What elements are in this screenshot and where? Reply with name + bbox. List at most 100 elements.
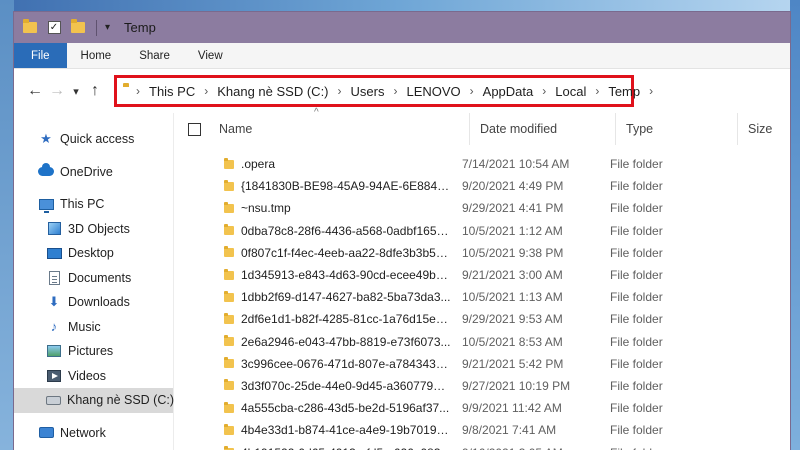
nav-item-label: Videos [68, 368, 106, 383]
nav-item-network[interactable]: Network [14, 421, 173, 446]
table-row[interactable]: 2df6e1d1-b82f-4285-81cc-1a76d15ed... 9/29… [174, 308, 790, 330]
file-name-cell[interactable]: {1841830B-BE98-45A9-94AE-6E884D... [174, 179, 454, 193]
table-row[interactable]: ~nsu.tmp 9/29/2021 4:41 PM File folder [174, 197, 790, 219]
file-name: 3d3f070c-25de-44e0-9d45-a3607799f... [241, 378, 451, 393]
file-name-cell[interactable]: 4a555cba-c286-43d5-be2d-5196af37... [174, 401, 454, 415]
breadcrumb-drive[interactable]: Khang nè SSD (C:) [217, 84, 328, 99]
column-header-date-modified[interactable]: Date modified [469, 113, 615, 145]
select-all-checkbox[interactable] [188, 122, 201, 136]
type-cell: File folder [610, 201, 663, 216]
column-header-size[interactable]: Size [737, 113, 790, 145]
file-name-cell[interactable]: 0dba78c8-28f6-4436-a568-0adbf1653... [174, 224, 454, 238]
nav-item-videos[interactable]: Videos [14, 364, 173, 389]
tab-home[interactable]: Home [67, 43, 126, 68]
type-cell: File folder [610, 334, 663, 349]
breadcrumb-users[interactable]: Users [351, 84, 385, 99]
file-name: {1841830B-BE98-45A9-94AE-6E884D... [241, 179, 451, 194]
chevron-right-icon[interactable]: › [470, 84, 474, 98]
back-arrow-icon[interactable]: ← [24, 80, 46, 102]
file-name-cell[interactable]: 4b4e33d1-b874-41ce-a4e9-19b70199... [174, 423, 454, 437]
breadcrumb-local[interactable]: Local [555, 84, 586, 99]
nav-item-pictures[interactable]: Pictures [14, 339, 173, 364]
nav-item-drive-c[interactable]: Khang nè SSD (C:) [14, 388, 174, 413]
nav-item-this-pc[interactable]: This PC [14, 192, 173, 217]
chevron-right-icon[interactable]: › [649, 84, 653, 98]
column-header-name[interactable]: Name [211, 113, 469, 145]
nav-item-documents[interactable]: Documents [14, 266, 173, 291]
file-name: 4b4e33d1-b874-41ce-a4e9-19b70199... [241, 423, 451, 438]
file-name-cell[interactable]: 4b191522-0d65-4013-afd5-a626a083... [174, 446, 454, 450]
new-folder-quick-access-icon[interactable] [70, 19, 86, 36]
nav-item-onedrive[interactable]: OneDrive [14, 160, 173, 185]
table-row[interactable]: 1dbb2f69-d147-4627-ba82-5ba73da3... 10/5/… [174, 286, 790, 308]
cloud-icon [38, 163, 54, 180]
date-modified-cell: 9/9/2021 11:42 AM [462, 401, 562, 416]
chevron-right-icon[interactable]: › [542, 84, 546, 98]
type-cell: File folder [610, 378, 663, 393]
properties-quick-access-icon[interactable]: ✓ [46, 20, 62, 36]
up-arrow-icon[interactable]: ↑ [84, 80, 106, 102]
chevron-right-icon[interactable]: › [136, 84, 140, 98]
forward-arrow-icon[interactable]: → [46, 80, 68, 102]
table-row[interactable]: 4b191522-0d65-4013-afd5-a626a083...9/16/… [174, 441, 790, 450]
nav-item-3d-objects[interactable]: 3D Objects [14, 217, 173, 242]
file-name-cell[interactable]: 0f807c1f-f4ec-4eeb-aa22-8dfe3b3b55... [174, 246, 454, 260]
file-name-cell[interactable]: 2df6e1d1-b82f-4285-81cc-1a76d15ed... [174, 312, 454, 326]
type-cell: File folder [610, 312, 663, 327]
type-cell: File folder [610, 423, 663, 438]
table-row[interactable]: 4a555cba-c286-43d5-be2d-5196af37... 9/9/2… [174, 397, 790, 419]
nav-item-downloads[interactable]: ⬇ Downloads [14, 290, 173, 315]
tab-share[interactable]: Share [125, 43, 184, 68]
drive-icon [46, 392, 61, 408]
table-row[interactable]: 1d345913-e843-4d63-90cd-ecee49b4... 9/21/… [174, 264, 790, 286]
table-row[interactable]: 3c996cee-0676-471d-807e-a7843430... 9/21/… [174, 353, 790, 375]
address-bar[interactable]: › This PC › Khang nè SSD (C:) › Users › … [114, 75, 653, 107]
recent-locations-chevron-down-icon[interactable]: ▾ [68, 80, 84, 102]
file-name: ~nsu.tmp [241, 201, 291, 216]
tab-file[interactable]: File [14, 43, 67, 68]
file-name-cell[interactable]: 3d3f070c-25de-44e0-9d45-a3607799f... [174, 379, 454, 393]
nav-item-desktop[interactable]: Desktop [14, 241, 173, 266]
file-rows: .opera 7/14/2021 10:54 AM File folder {1841… [174, 145, 790, 450]
breadcrumb-lenovo[interactable]: LENOVO [406, 84, 460, 99]
nav-item-label: Network [60, 425, 106, 440]
file-name: 3c996cee-0676-471d-807e-a7843430... [241, 356, 451, 371]
folder-icon [224, 179, 234, 191]
folder-icon [22, 19, 38, 36]
tab-view[interactable]: View [184, 43, 237, 68]
table-row[interactable]: .opera 7/14/2021 10:54 AM File folder [174, 153, 790, 175]
title-bar-divider [96, 19, 97, 36]
table-row[interactable]: 0f807c1f-f4ec-4eeb-aa22-8dfe3b3b55... 10/… [174, 242, 790, 264]
customize-toolbar-chevron-down-icon[interactable]: ▾ [105, 22, 110, 33]
table-row[interactable]: 0dba78c8-28f6-4436-a568-0adbf1653... 10/5… [174, 220, 790, 242]
table-row[interactable]: 4b4e33d1-b874-41ce-a4e9-19b70199... 9/8/2… [174, 419, 790, 441]
table-row[interactable]: 3d3f070c-25de-44e0-9d45-a3607799f... 9/27… [174, 375, 790, 397]
file-name-cell[interactable]: ~nsu.tmp [174, 201, 454, 215]
file-name-cell[interactable]: 1dbb2f69-d147-4627-ba82-5ba73da3... [174, 290, 454, 304]
nav-item-quick-access[interactable]: ★ Quick access [14, 127, 173, 152]
file-name-cell[interactable]: 3c996cee-0676-471d-807e-a7843430... [174, 357, 454, 371]
column-header-type[interactable]: Type [615, 113, 737, 145]
folder-icon [224, 357, 234, 369]
file-name-cell[interactable]: 1d345913-e843-4d63-90cd-ecee49b4... [174, 268, 454, 282]
table-row[interactable]: {1841830B-BE98-45A9-94AE-6E884D... 9/20/2… [174, 175, 790, 197]
type-cell: File folder [600, 446, 722, 450]
breadcrumb-this-pc[interactable]: This PC [149, 84, 195, 99]
chevron-right-icon[interactable]: › [595, 84, 599, 98]
chevron-right-icon[interactable]: › [393, 84, 397, 98]
chevron-right-icon[interactable]: › [204, 84, 208, 98]
file-name-cell[interactable]: .opera [174, 157, 454, 171]
file-name: 1d345913-e843-4d63-90cd-ecee49b4... [241, 268, 451, 283]
table-row[interactable]: 2e6a2946-e043-47bb-8819-e73f6073... 10/5/… [174, 331, 790, 353]
chevron-right-icon[interactable]: › [338, 84, 342, 98]
nav-item-music[interactable]: ♪ Music [14, 315, 173, 340]
breadcrumb-temp[interactable]: Temp [608, 84, 640, 99]
breadcrumb-appdata[interactable]: AppData [483, 84, 534, 99]
date-modified-cell: 10/5/2021 1:12 AM [462, 223, 563, 238]
file-name-cell[interactable]: 2e6a2946-e043-47bb-8819-e73f6073... [174, 335, 454, 349]
ribbon-tabs: File Home Share View [14, 43, 790, 69]
type-cell: File folder [610, 179, 663, 194]
nav-item-label: This PC [60, 197, 105, 212]
document-icon [46, 270, 62, 286]
computer-icon [38, 196, 54, 213]
